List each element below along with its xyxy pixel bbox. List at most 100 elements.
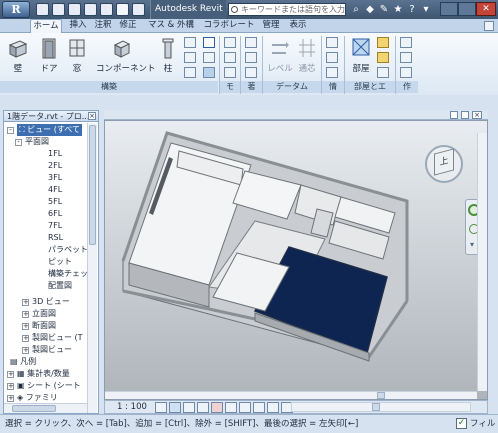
floor-icon[interactable] <box>184 67 196 78</box>
model-line-icon[interactable] <box>224 52 236 63</box>
nav-dropdown-icon[interactable]: ▾ <box>470 240 474 249</box>
shadows-icon[interactable] <box>197 402 209 413</box>
measure-icon[interactable] <box>100 3 113 16</box>
ceiling-icon[interactable] <box>184 52 196 63</box>
minimize-button[interactable] <box>440 2 458 16</box>
tree-item-level[interactable]: パラペット <box>48 244 87 256</box>
close-icon[interactable]: × <box>88 112 96 120</box>
collapse-icon[interactable]: - <box>7 127 14 134</box>
visual-style-icon[interactable] <box>169 402 181 413</box>
binoculars-icon[interactable]: ⌕ <box>350 4 362 16</box>
select-arrow-icon[interactable] <box>116 3 129 16</box>
expand-icon[interactable]: + <box>22 347 29 354</box>
detail-level-icon[interactable] <box>155 402 167 413</box>
wall-button[interactable]: 壁 <box>6 37 30 74</box>
scrollbar-thumb[interactable] <box>372 403 380 411</box>
3d-view-canvas[interactable]: 上 ▾ <box>104 120 488 400</box>
expand-icon[interactable]: + <box>7 371 14 378</box>
expand-icon[interactable]: + <box>22 323 29 330</box>
ribbon-minimize-icon[interactable] <box>484 21 494 31</box>
tree-item-3d-views[interactable]: 3D ビュー <box>32 296 87 308</box>
tree-item-level[interactable]: 7FL <box>48 220 62 232</box>
column-button[interactable]: 柱 <box>158 37 178 74</box>
subscription-icon[interactable]: ◆ <box>364 4 376 16</box>
collapse-icon[interactable]: - <box>15 139 22 146</box>
qat-dropdown-icon[interactable] <box>132 3 145 16</box>
tree-item-level[interactable]: 6FL <box>48 208 62 220</box>
window-button[interactable]: 窓 <box>66 37 88 74</box>
tag-room-icon[interactable] <box>245 52 257 63</box>
tab-annotate[interactable]: 注釈 <box>92 19 114 33</box>
shaft-icon[interactable] <box>400 67 412 78</box>
tree-item-level[interactable]: RSL <box>48 232 63 244</box>
tree-item-elevations[interactable]: 立面図 <box>32 308 87 320</box>
tree-item-legends[interactable]: ▤ 凡例 <box>10 356 87 368</box>
application-menu-button[interactable]: R <box>2 1 30 18</box>
open-icon[interactable] <box>36 3 49 16</box>
filter-checkbox[interactable]: ✓ <box>456 418 467 429</box>
tree-item-sheets[interactable]: ▣ シート (シート <box>17 380 87 392</box>
save-icon[interactable] <box>52 3 65 16</box>
help-icon[interactable]: ? <box>406 4 418 16</box>
expand-icon[interactable]: + <box>22 335 29 342</box>
tab-modify[interactable]: 修正 <box>116 19 140 33</box>
curtain-grid-icon[interactable] <box>203 52 215 63</box>
temporary-hide-icon[interactable] <box>253 402 265 413</box>
grid-button[interactable]: 通芯 <box>296 37 318 74</box>
tools-icon[interactable]: ✎ <box>378 4 390 16</box>
area-boundary-icon[interactable] <box>377 52 389 63</box>
tab-home[interactable]: ホーム <box>30 19 62 34</box>
expand-icon[interactable]: + <box>7 383 14 390</box>
expand-icon[interactable]: + <box>7 395 14 402</box>
view-scale[interactable]: 1 : 100 <box>117 402 147 413</box>
door-button[interactable]: ドア <box>36 37 62 74</box>
room-separator-icon[interactable] <box>245 37 257 48</box>
view-restore-button[interactable] <box>461 111 469 119</box>
model-group-icon[interactable] <box>224 67 236 78</box>
view-minimize-button[interactable] <box>450 111 458 119</box>
sun-path-icon[interactable] <box>183 402 195 413</box>
horizontal-scrollbar[interactable] <box>4 403 87 413</box>
curtain-system-icon[interactable] <box>203 37 215 48</box>
reveal-hidden-icon[interactable] <box>267 402 279 413</box>
redo-icon[interactable] <box>84 3 97 16</box>
tree-item-drafting-views[interactable]: 製図ビュー <box>32 344 87 356</box>
tree-item-views[interactable]: ⛶ ビュー (すべて <box>17 124 82 136</box>
view-vertical-scrollbar[interactable] <box>477 133 487 391</box>
tree-item-sections[interactable]: 断面図 <box>32 320 87 332</box>
tree-item-level[interactable]: 構築チェッ <box>48 268 87 280</box>
expand-icon[interactable]: + <box>22 299 29 306</box>
tab-manage[interactable]: 管理 <box>260 19 282 33</box>
wall-opening-icon[interactable] <box>400 52 412 63</box>
vertical-scrollbar[interactable] <box>87 123 97 413</box>
model-text-icon[interactable] <box>224 37 236 48</box>
maximize-button[interactable] <box>458 2 476 16</box>
tab-insert[interactable]: 挿入 <box>66 19 90 33</box>
crop-view-icon[interactable] <box>211 402 223 413</box>
undo-icon[interactable] <box>68 3 81 16</box>
tree-item-level[interactable]: 配置図 <box>48 280 72 292</box>
room-button[interactable]: 部屋 <box>348 37 374 74</box>
view-close-button[interactable]: × <box>472 111 482 119</box>
scrollbar-thumb[interactable] <box>377 392 385 399</box>
tab-collaborate[interactable]: コラボレート <box>201 19 257 33</box>
close-button[interactable]: ✕ <box>476 2 496 16</box>
tree-item-schedules[interactable]: ▦ 集計表/数量 <box>17 368 87 380</box>
level-button[interactable]: レベル <box>266 37 294 74</box>
tree-item-level[interactable]: 4FL <box>48 184 62 196</box>
favorites-star-icon[interactable]: ★ <box>392 4 404 16</box>
tree-item-drafting-views-t[interactable]: 製図ビュー (T <box>32 332 87 344</box>
tab-view[interactable]: 表示 <box>287 19 309 33</box>
roof-icon[interactable] <box>184 37 196 48</box>
scrollbar-thumb[interactable] <box>12 405 56 412</box>
show-crop-icon[interactable] <box>225 402 237 413</box>
tree-item-level[interactable]: 5FL <box>48 196 62 208</box>
tree-item-level[interactable]: 2FL <box>48 160 62 172</box>
search-input[interactable]: キーワードまたは語句を入力 <box>228 3 346 16</box>
help-dropdown-icon[interactable]: ▾ <box>420 4 432 16</box>
tree-item-level[interactable]: ピット <box>48 256 72 268</box>
tree-item-families[interactable]: ◈ ファミリ <box>17 392 87 401</box>
scrollbar-thumb[interactable] <box>89 125 96 245</box>
lock-view-icon[interactable] <box>239 402 251 413</box>
tab-massing[interactable]: マス & 外構 <box>143 19 199 33</box>
